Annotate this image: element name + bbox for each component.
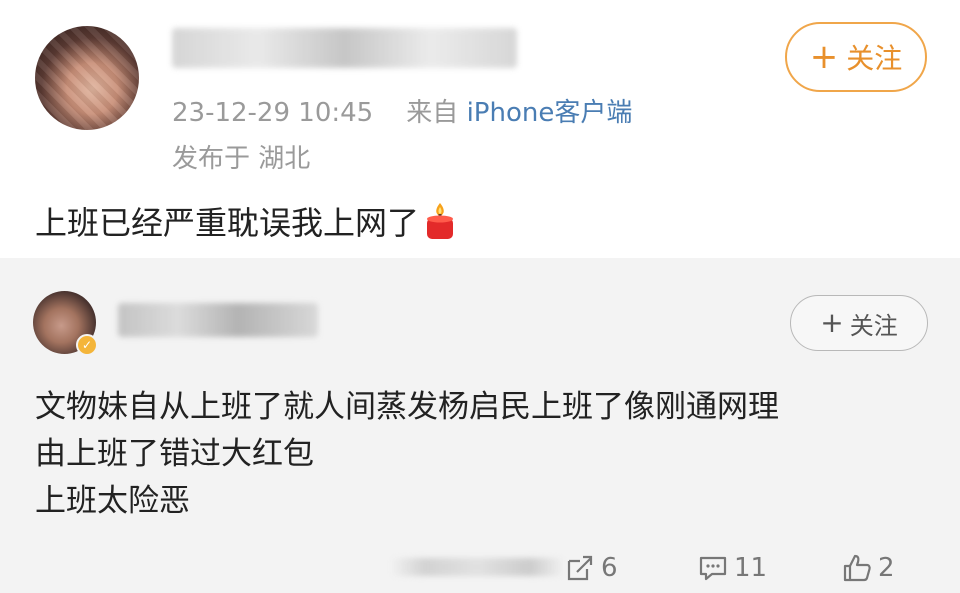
source-link[interactable]: iPhone客户端 — [467, 98, 633, 128]
comment-button[interactable]: 11 — [698, 550, 767, 586]
blurred-redaction — [390, 558, 565, 576]
thumbs-up-icon — [843, 554, 871, 582]
follow-button[interactable]: + 关注 — [785, 22, 927, 92]
repost-line: 上班太险恶 — [35, 483, 190, 519]
avatar[interactable] — [35, 26, 139, 130]
repost-text: 文物妹自从上班了就人间蒸发杨启民上班了像刚通网理 由上班了错过大红包 上班太险恶 — [35, 384, 779, 525]
plus-icon: + — [809, 37, 839, 77]
follow-label: 关注 — [846, 42, 903, 75]
post-timestamp: 23-12-29 10:45 — [172, 98, 374, 128]
post-content: 上班已经严重耽误我上网了 — [35, 198, 457, 244]
username-blurred[interactable] — [118, 303, 318, 337]
repost-line: 由上班了错过大红包 — [35, 436, 314, 472]
repost-count: 6 — [601, 553, 618, 583]
repost-button[interactable]: 6 — [565, 550, 618, 586]
repost-card[interactable]: ✓ + 关注 文物妹自从上班了就人间蒸发杨启民上班了像刚通网理 由上班了错过大红… — [0, 258, 960, 593]
follow-label: 关注 — [849, 311, 898, 340]
main-post: 23-12-29 10:45 来自 iPhone客户端 发布于 湖北 + 关注 … — [0, 0, 960, 258]
source-prefix: 来自 — [406, 98, 459, 128]
post-location: 发布于 湖北 — [172, 144, 311, 174]
post-meta: 23-12-29 10:45 来自 iPhone客户端 — [172, 92, 632, 129]
share-icon — [567, 555, 593, 581]
candle-icon — [423, 201, 457, 241]
comment-count: 11 — [734, 553, 768, 583]
like-count: 2 — [878, 553, 895, 583]
repost-line: 文物妹自从上班了就人间蒸发杨启民上班了像刚通网理 — [35, 389, 779, 425]
plus-icon: + — [820, 306, 844, 339]
username-blurred[interactable] — [172, 28, 517, 68]
follow-button[interactable]: + 关注 — [790, 295, 928, 351]
comment-icon — [699, 556, 727, 581]
verified-badge-icon: ✓ — [76, 334, 98, 356]
like-button[interactable]: 2 — [842, 550, 895, 586]
post-text: 上班已经严重耽误我上网了 — [35, 204, 420, 242]
